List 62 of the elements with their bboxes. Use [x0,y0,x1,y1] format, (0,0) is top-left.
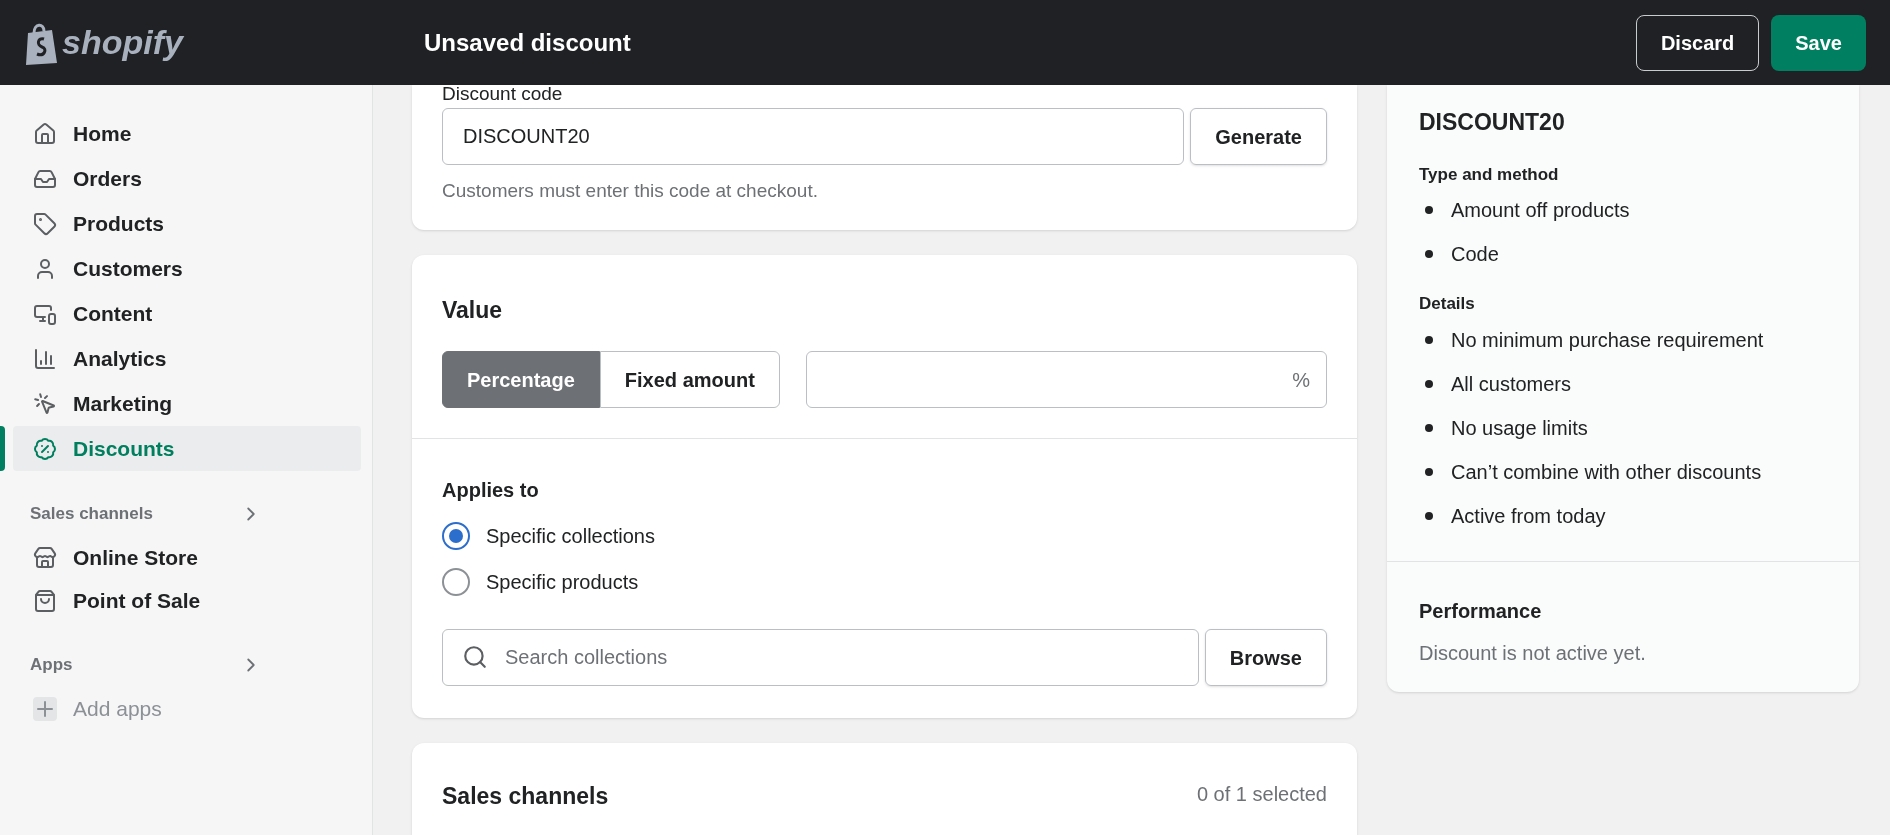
tag-icon [33,211,57,236]
summary-item: Code [1451,242,1499,267]
bullet-icon [1425,335,1433,344]
bullet-icon [1425,511,1433,520]
nav-item[interactable]: Content [13,291,361,336]
bullet-icon [1425,379,1433,388]
value-type-toggle[interactable]: Fixed amount [599,351,780,408]
radio-label: Specific collections [486,524,655,549]
nav-item[interactable]: Products [13,201,361,246]
help-text: Customers must enter this code at checkout. [442,179,819,203]
nav-item[interactable]: Analytics [13,336,361,381]
section-heading: Apps [30,653,73,676]
selection-count: 0 of 1 selected [1196,782,1327,807]
summary-item: No minimum purchase requirement [1451,327,1764,353]
performance-text: Discount is not active yet. [1419,640,1647,666]
summary-item: All customers [1451,371,1572,397]
nav-item[interactable]: Marketing [13,381,361,426]
card-title: Value [442,295,504,325]
bullet-icon [1425,206,1433,214]
bullet-icon [1425,250,1433,258]
percent-badge-icon [33,436,57,461]
nav-item[interactable]: Online Store [13,536,361,579]
bullet-icon [1425,467,1433,476]
nav-item[interactable]: Point of Sale [13,579,361,622]
bar-chart-icon [33,346,57,371]
nav-item[interactable]: Customers [13,246,361,291]
value-field[interactable]: % [805,351,1327,408]
nav-item[interactable]: Home [13,111,361,156]
save-button[interactable]: Save [1771,14,1866,71]
cursor-click-icon [33,391,57,416]
search-icon [462,644,488,670]
shopping-bag-icon [33,588,57,613]
discard-button[interactable]: Discard [1635,14,1760,71]
section-title: Applies to [442,478,540,503]
radio-label: Specific products [486,570,639,595]
radio-button[interactable] [442,522,470,550]
page-title: Unsaved discount [424,27,632,58]
bullet-icon [1425,423,1433,432]
card-title: Sales channels [442,782,609,811]
discount-code-field[interactable]: DISCOUNT20 [442,108,1185,165]
generate-button[interactable]: Generate [1190,108,1327,165]
nav-item[interactable]: Discounts [13,426,361,471]
logo-wordmark: shopify [62,22,183,63]
house-icon [33,121,57,146]
summary-item: Can’t combine with other discounts [1451,459,1762,485]
summary-title: DISCOUNT20 [1419,108,1566,137]
plus-icon [33,696,57,721]
summary-item: Amount off products [1451,198,1630,223]
performance-title: Performance [1419,598,1543,624]
summary-heading: Type and method [1419,163,1560,186]
field-label: Discount code [442,83,564,105]
browse-button[interactable]: Browse [1204,629,1327,686]
search-field[interactable]: Search collections [442,629,1199,686]
summary-item: No usage limits [1451,415,1588,441]
nav-item[interactable]: Orders [13,156,361,201]
radio-button[interactable] [442,568,470,596]
summary-item: Active from today [1451,503,1606,529]
summary-heading: Details [1419,293,1476,315]
storefront-icon [33,545,57,570]
value-type-toggle[interactable]: Percentage [442,351,600,408]
section-heading: Sales channels [30,502,153,525]
percent-suffix: % [1292,367,1310,393]
